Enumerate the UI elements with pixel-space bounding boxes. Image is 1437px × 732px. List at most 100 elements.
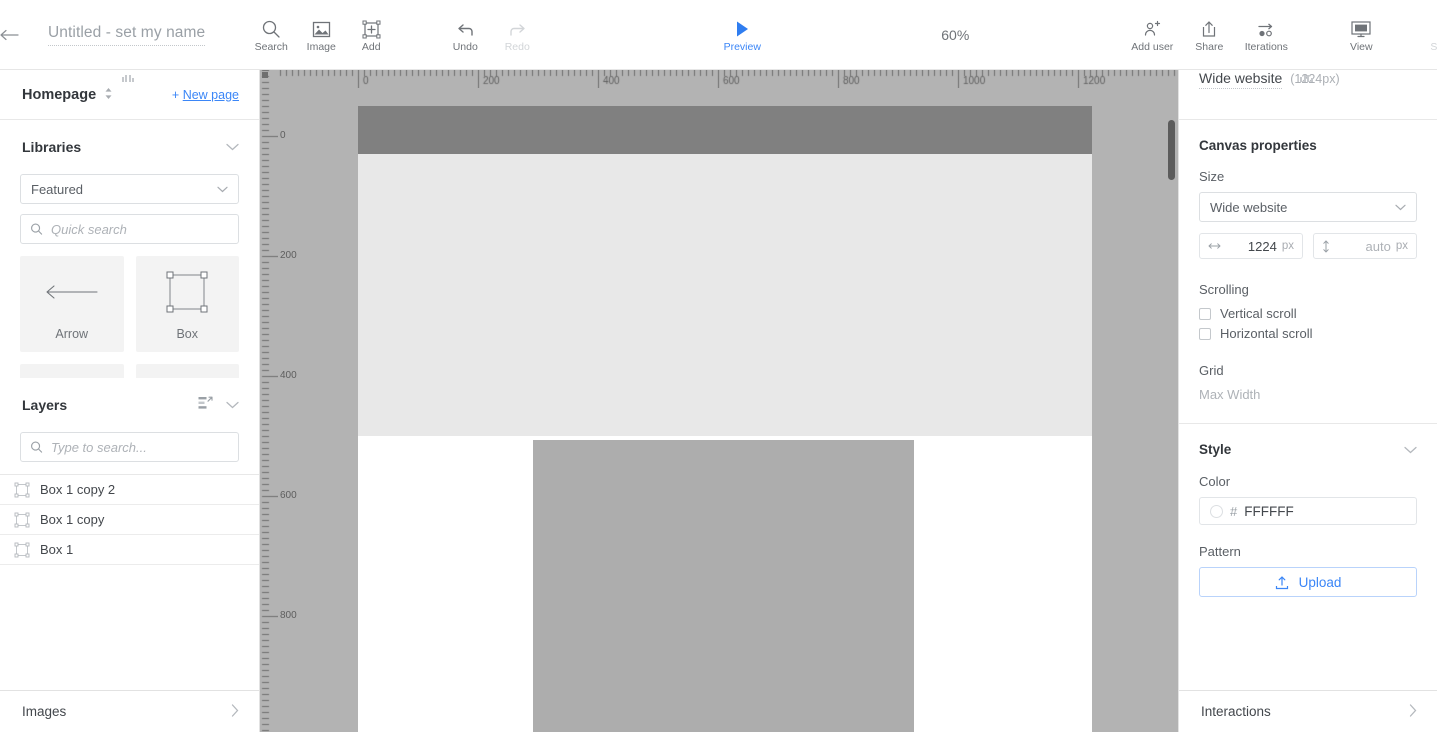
canvas-name[interactable]: Wide website (1199, 70, 1283, 89)
horizontal-scroll-checkbox-row[interactable]: Horizontal scroll (1199, 326, 1417, 341)
library-category-select[interactable]: Featured (20, 174, 239, 204)
chevron-right-icon[interactable] (231, 703, 239, 720)
width-field[interactable]: px (1199, 233, 1303, 259)
size-preset-select[interactable]: Wide website (1199, 192, 1417, 222)
view-button[interactable]: View (1341, 7, 1381, 63)
current-page-name[interactable]: Homepage (22, 87, 96, 103)
color-hex-input[interactable] (1244, 503, 1325, 519)
height-input[interactable] (1335, 238, 1391, 254)
back-button[interactable] (0, 0, 20, 70)
toolbar-preview-group: Preview (715, 0, 769, 70)
new-page-button[interactable]: + New page (172, 88, 239, 102)
chevron-down-icon[interactable] (226, 398, 239, 412)
canvas-viewport[interactable] (278, 88, 1178, 732)
page-switch-icon[interactable] (104, 87, 113, 103)
ruler-origin-marker[interactable] (262, 72, 268, 78)
vertical-scroll-checkbox-row[interactable]: Vertical scroll (1199, 306, 1417, 321)
horizontal-scroll-checkbox[interactable] (1199, 327, 1211, 340)
layers-search-box[interactable] (20, 432, 239, 462)
canvas-box-1[interactable] (533, 440, 914, 732)
toolbar-tools-group: Search Image Add (251, 0, 391, 70)
redo-icon (508, 17, 527, 39)
library-search-input[interactable] (51, 221, 229, 237)
chevron-down-icon (217, 186, 228, 192)
width-unit: px (1281, 240, 1294, 252)
image-icon (312, 17, 331, 39)
library-tile-box[interactable]: Box (135, 256, 239, 352)
max-width-label[interactable]: Max Width (1199, 387, 1417, 402)
share-button[interactable]: Share (1189, 7, 1229, 63)
height-field[interactable]: px (1313, 233, 1417, 259)
canvas-area[interactable]: 0 200 400 600 800 (260, 70, 1178, 732)
library-category-value: Featured (31, 181, 84, 197)
zoom-level[interactable]: 60% (941, 27, 969, 43)
undo-button[interactable]: Undo (445, 7, 485, 63)
style-section-header[interactable]: Style (1199, 442, 1417, 457)
upload-pattern-button[interactable]: Upload (1199, 567, 1417, 597)
size-preset-value: Wide website (1210, 199, 1288, 215)
add-user-button[interactable]: Add user (1125, 7, 1179, 63)
page-selector-bar: Homepage + New page (0, 70, 259, 120)
canvas-vertical-scrollbar[interactable] (1168, 120, 1175, 180)
preview-button[interactable]: Preview (715, 7, 769, 63)
canvas-box-1-copy-2[interactable] (358, 106, 1092, 154)
chevron-down-icon (1395, 204, 1406, 210)
right-sidebar: Wide website (1224px) Canvas properties … (1178, 70, 1437, 732)
color-hash: # (1230, 503, 1238, 519)
redo-button[interactable]: Redo (497, 7, 537, 63)
canvas-box-1-copy[interactable] (358, 154, 1092, 436)
libraries-section-header[interactable]: Libraries (0, 120, 259, 174)
upload-label: Upload (1298, 574, 1342, 590)
color-swatch[interactable] (1210, 504, 1223, 518)
layers-section-header[interactable]: Layers (0, 378, 259, 432)
width-arrow-icon (1208, 243, 1221, 249)
layers-search-input[interactable] (51, 439, 229, 455)
project-title-input[interactable]: Untitled - set my name (48, 24, 206, 46)
library-tile-arrow[interactable]: Arrow (20, 256, 124, 352)
interactions-section-header[interactable]: Interactions (1179, 690, 1437, 732)
add-user-icon (1142, 17, 1162, 39)
saved-label: Saved (1430, 40, 1437, 53)
width-input[interactable] (1226, 238, 1277, 254)
image-button[interactable]: Image (301, 7, 341, 63)
images-title: Images (22, 704, 67, 719)
arrow-left-icon (0, 29, 19, 40)
preview-label: Preview (723, 40, 761, 53)
scrolling-label: Scrolling (1199, 282, 1249, 297)
toolbar-history-group: Undo Redo (445, 0, 537, 70)
vertical-ruler[interactable] (260, 70, 278, 732)
size-label: Size (1199, 169, 1225, 184)
add-button[interactable]: Add (351, 7, 391, 63)
libraries-title: Libraries (22, 139, 82, 155)
search-label: Search (254, 40, 288, 53)
search-button[interactable]: Search (251, 7, 291, 63)
library-search-box[interactable] (20, 214, 239, 244)
chevron-down-icon[interactable] (1404, 443, 1417, 457)
color-field[interactable]: # (1199, 497, 1417, 525)
vertical-scroll-checkbox[interactable] (1199, 307, 1211, 320)
search-icon (31, 223, 43, 235)
chevron-right-icon[interactable] (1409, 703, 1417, 720)
layer-row[interactable]: Box 1 copy 2 (0, 475, 259, 505)
iterations-button[interactable]: Iterations (1239, 7, 1293, 63)
vertical-scroll-label: Vertical scroll (1220, 306, 1297, 321)
horizontal-ruler[interactable] (260, 70, 1178, 88)
layer-row[interactable]: Box 1 copy (0, 505, 259, 535)
horizontal-scroll-label: Horizontal scroll (1220, 326, 1313, 341)
panel-grip-icon[interactable] (1300, 74, 1316, 82)
layers-options-icon[interactable] (198, 396, 214, 415)
layer-row[interactable]: Box 1 (0, 535, 259, 565)
toolbar-status-group: Saved ? Help (1425, 0, 1437, 70)
design-page[interactable] (358, 106, 1092, 732)
library-tile-partial[interactable] (20, 364, 124, 378)
panel-grip-icon[interactable] (121, 74, 138, 82)
iterations-label: Iterations (1244, 40, 1288, 53)
chevron-down-icon[interactable] (226, 140, 239, 154)
library-tiles-grid: Arrow Box (20, 256, 239, 378)
style-section: Style Color # Pattern Upload (1179, 424, 1437, 597)
height-arrow-icon (1323, 240, 1329, 252)
images-section-header[interactable]: Images (0, 690, 259, 732)
toolbar-collab-group: Add user Share Iterations (1125, 0, 1293, 70)
new-page-plus: + (171, 87, 180, 102)
library-tile-partial[interactable] (135, 364, 239, 378)
